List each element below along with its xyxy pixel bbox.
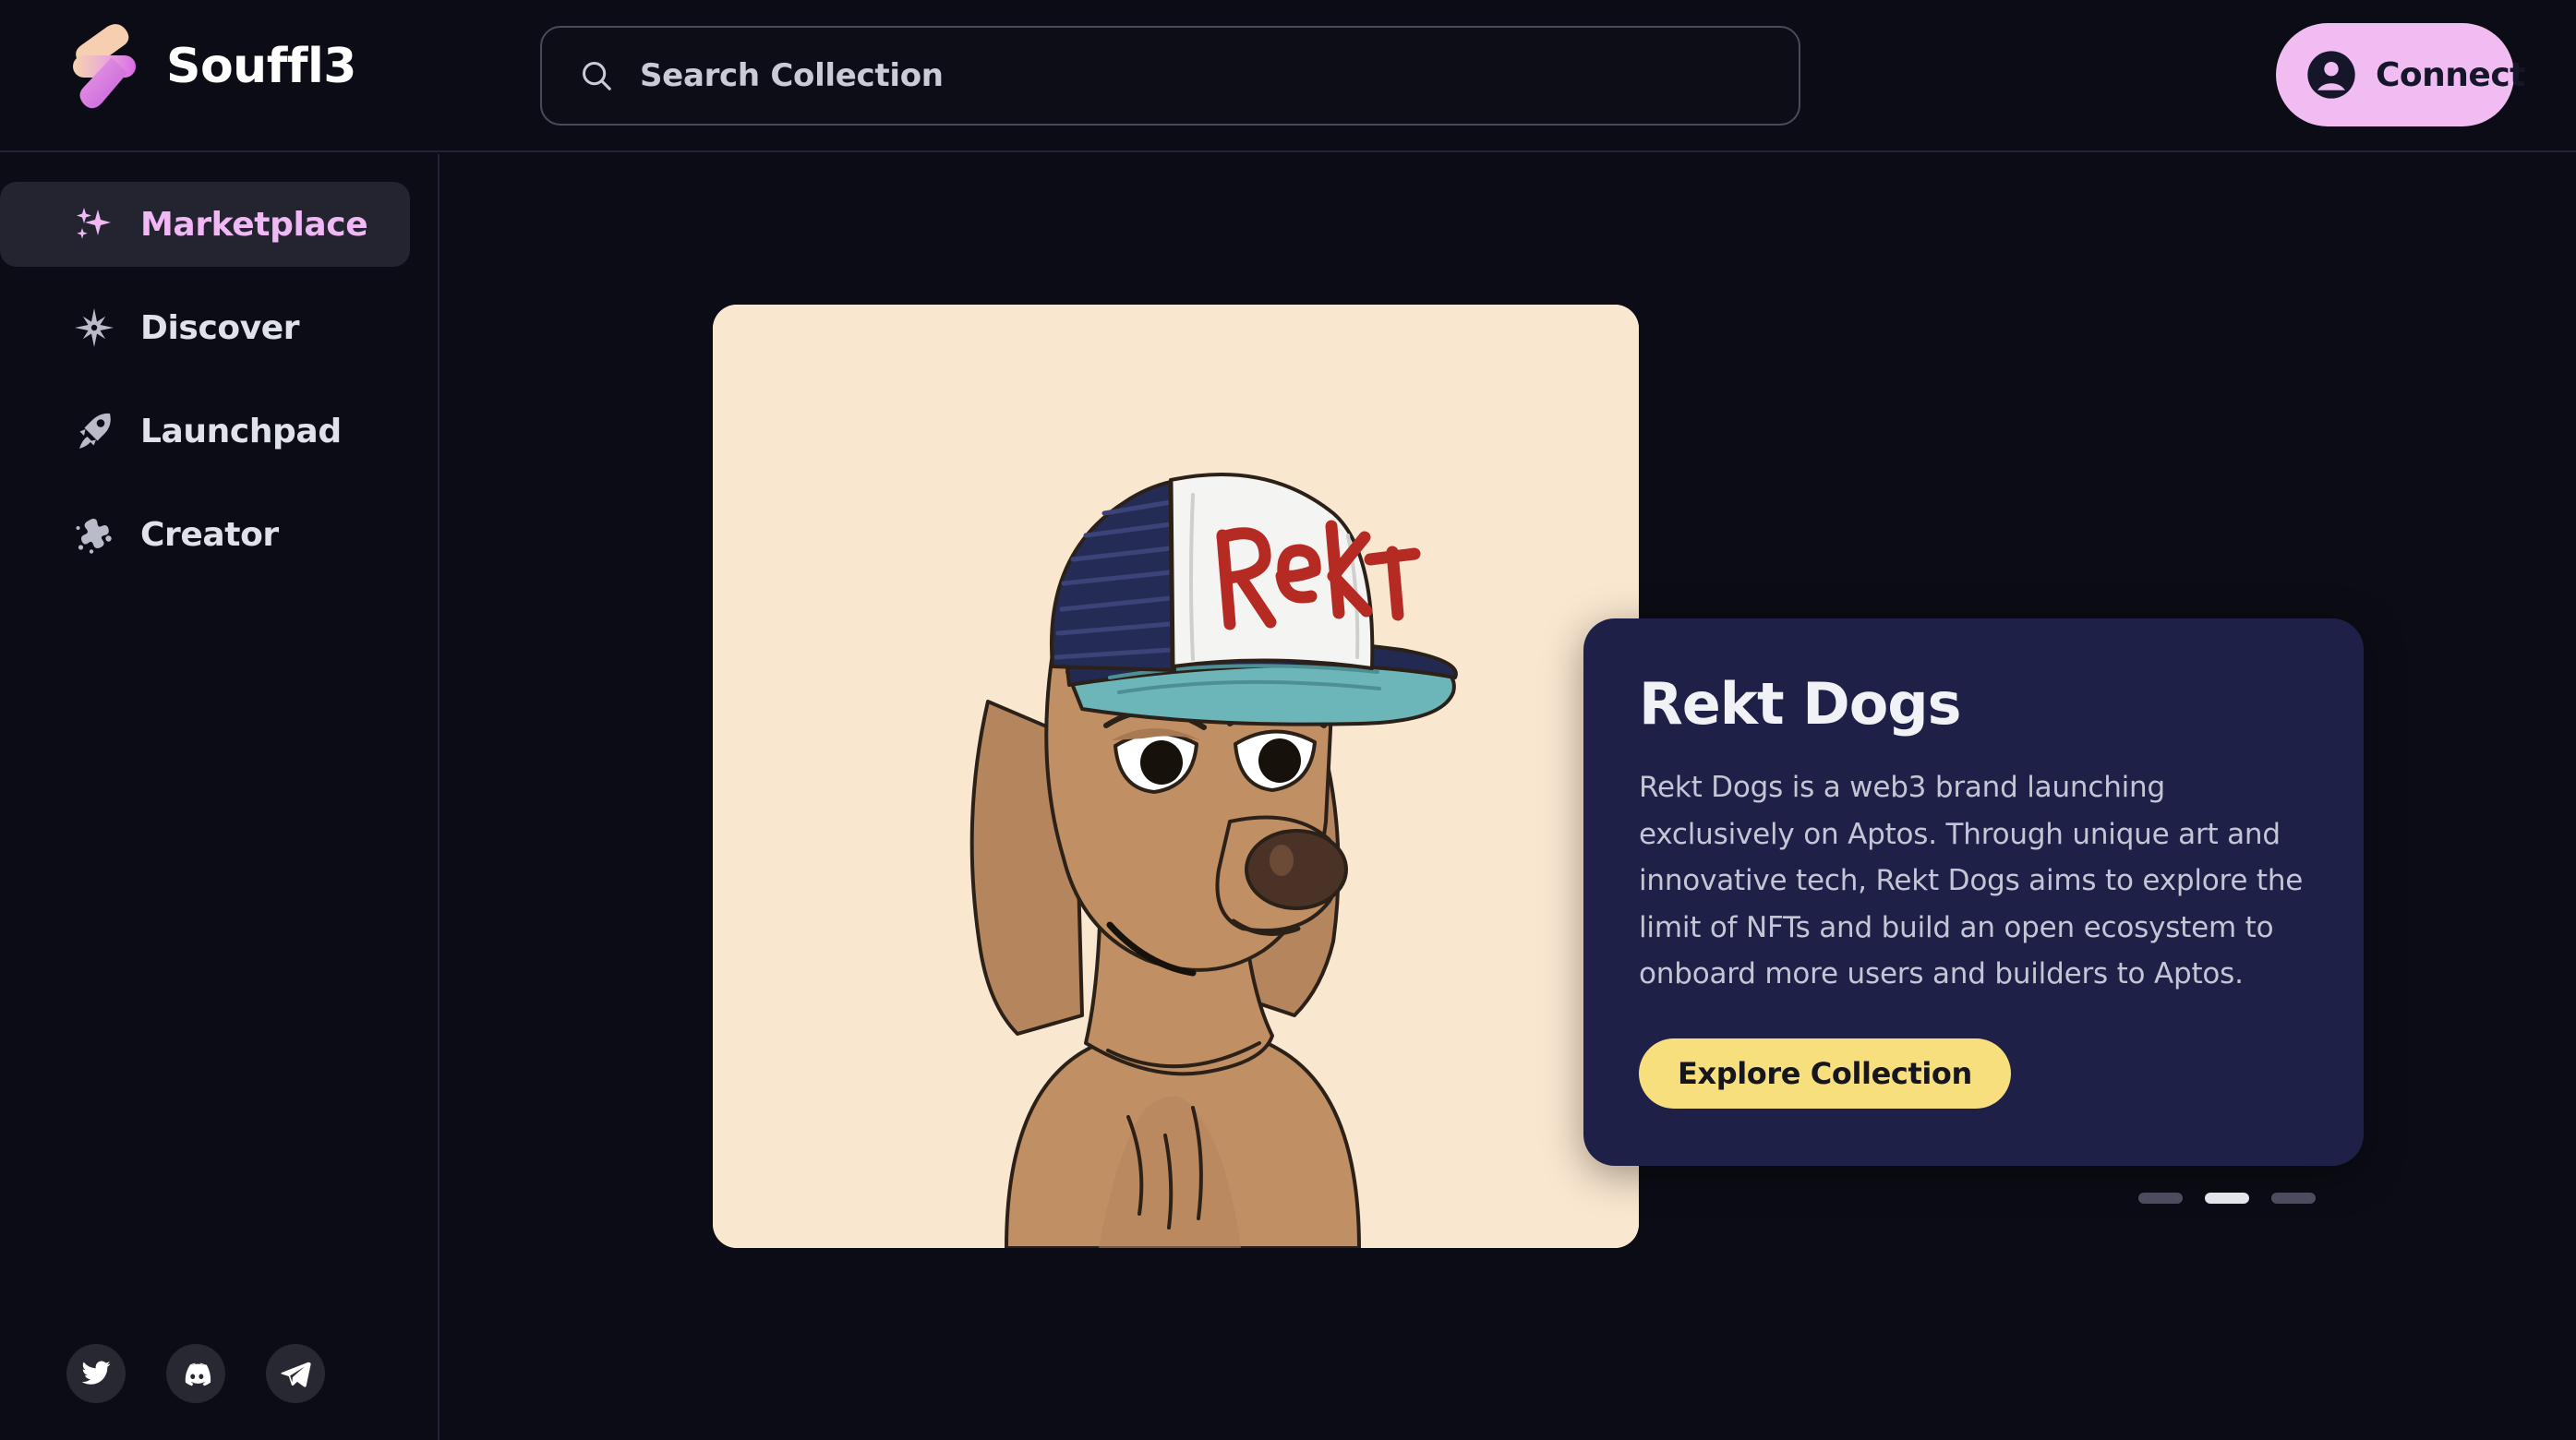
rocket-icon bbox=[72, 409, 116, 453]
sidebar-item-discover[interactable]: Discover bbox=[0, 285, 410, 370]
main-content: Rekt Dogs Rekt Dogs is a web3 brand laun… bbox=[441, 154, 2576, 1440]
sidebar-item-launchpad[interactable]: Launchpad bbox=[0, 389, 410, 474]
carousel-indicators bbox=[2138, 1193, 2316, 1204]
carousel-dot-3[interactable] bbox=[2271, 1193, 2316, 1204]
paint-splat-icon bbox=[72, 512, 116, 557]
search-input[interactable] bbox=[640, 57, 1762, 94]
twitter-icon bbox=[80, 1358, 112, 1389]
sidebar-item-label: Discover bbox=[140, 308, 300, 347]
souffl3-logo-icon bbox=[66, 24, 142, 109]
connect-wallet-button[interactable]: Connect bbox=[2276, 23, 2525, 126]
carousel-dot-2[interactable] bbox=[2205, 1193, 2249, 1204]
collection-title: Rekt Dogs bbox=[1639, 670, 1962, 738]
social-links bbox=[66, 1344, 325, 1403]
hero-nft-artwork[interactable] bbox=[713, 305, 1639, 1248]
search-bar[interactable] bbox=[540, 26, 1800, 126]
sidebar-item-creator[interactable]: Creator bbox=[0, 492, 410, 577]
discord-icon bbox=[180, 1358, 211, 1389]
sidebar-item-label: Marketplace bbox=[140, 205, 368, 244]
sparkles-icon bbox=[72, 202, 116, 246]
sidebar-item-label: Creator bbox=[140, 515, 279, 554]
sidebar-item-label: Launchpad bbox=[140, 412, 342, 450]
compass-star-icon bbox=[72, 306, 116, 350]
explore-collection-button[interactable]: Explore Collection bbox=[1639, 1038, 2011, 1109]
search-icon bbox=[579, 58, 614, 93]
brand-name: Souffl3 bbox=[166, 39, 356, 94]
sidebar-nav: Marketplace Discover Launchpad Creator bbox=[0, 182, 439, 595]
discord-link[interactable] bbox=[166, 1344, 225, 1403]
person-icon bbox=[2305, 49, 2357, 101]
brand[interactable]: Souffl3 bbox=[66, 24, 356, 109]
connect-label: Connect bbox=[2376, 55, 2525, 94]
twitter-link[interactable] bbox=[66, 1344, 126, 1403]
telegram-icon bbox=[280, 1358, 311, 1389]
carousel-dot-1[interactable] bbox=[2138, 1193, 2183, 1204]
sidebar: Marketplace Discover Launchpad Creator bbox=[0, 154, 439, 1440]
collection-info-card: Rekt Dogs Rekt Dogs is a web3 brand laun… bbox=[1583, 618, 2364, 1166]
app-header: Souffl3 Connect bbox=[0, 0, 2576, 152]
telegram-link[interactable] bbox=[266, 1344, 325, 1403]
collection-description: Rekt Dogs is a web3 brand launching excl… bbox=[1639, 771, 2304, 991]
sidebar-item-marketplace[interactable]: Marketplace bbox=[0, 182, 410, 267]
